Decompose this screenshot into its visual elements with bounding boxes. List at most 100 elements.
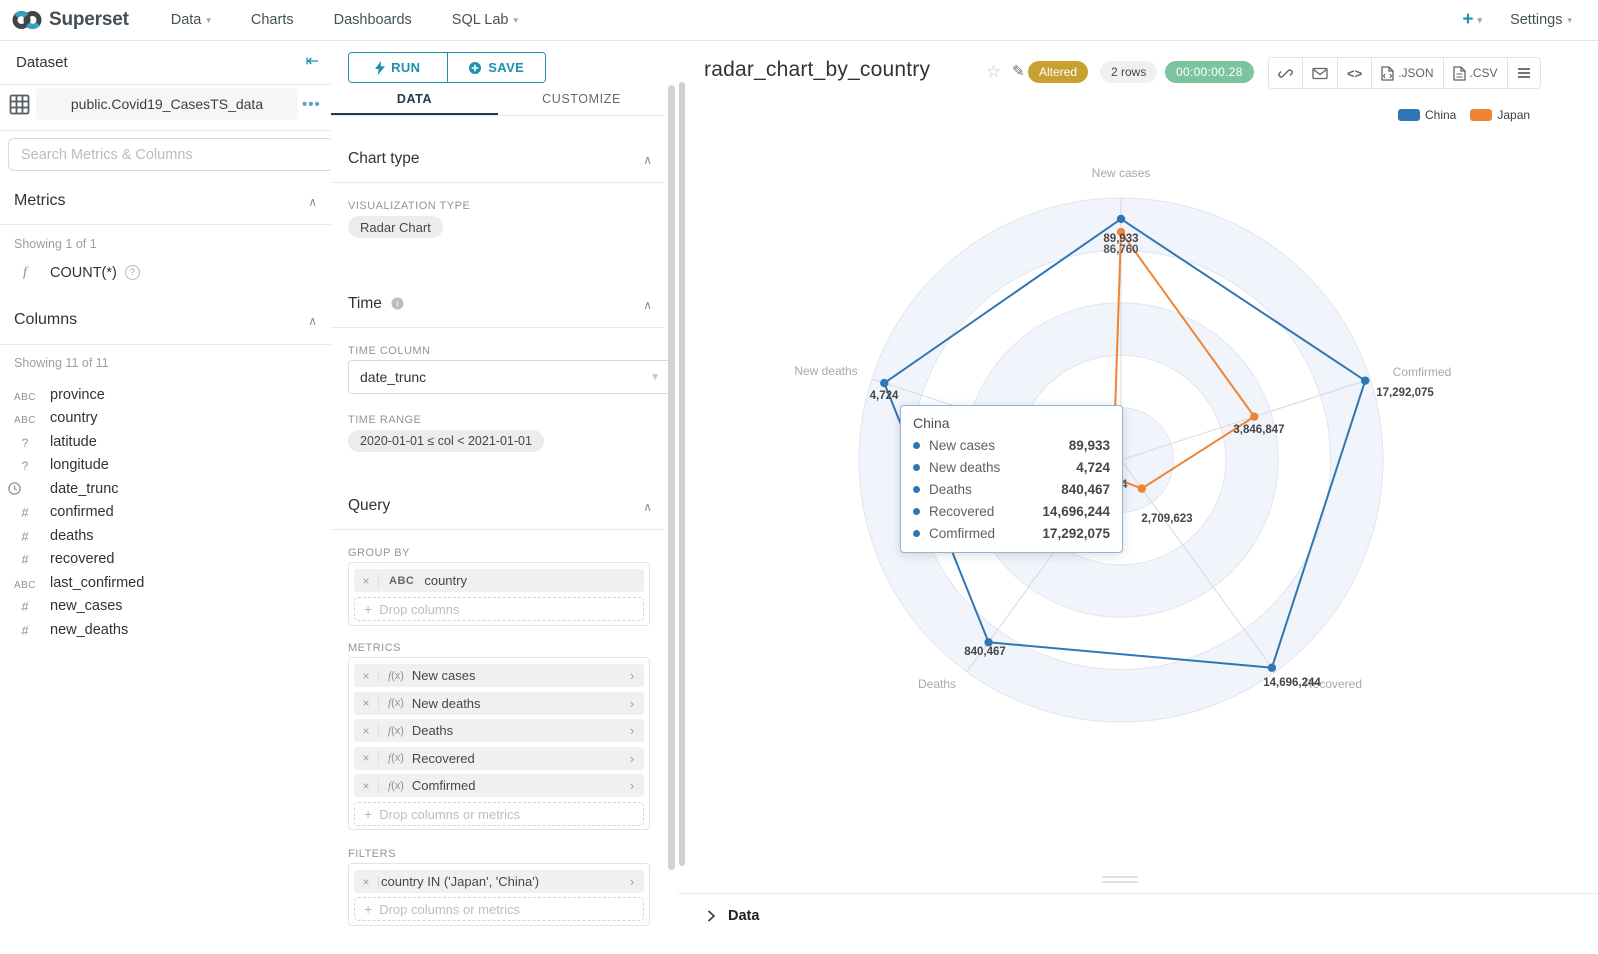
top-navbar: Superset Data▾ Charts Dashboards SQL Lab▾ +… [0,0,1598,41]
metric-item[interactable]: fCOUNT(*)? [8,262,308,283]
column-item-latitude[interactable]: ?latitude [8,431,308,452]
column-item-new_deaths[interactable]: #new_deaths [8,619,308,640]
time-column-label: TIME COLUMN [348,345,431,357]
viz-type-pill[interactable]: Radar Chart [348,216,443,238]
dataset-table-icon [9,94,30,115]
viz-type-label: VISUALIZATION TYPE [348,200,470,212]
columns-section-header[interactable]: Columns [14,311,77,329]
chevron-right-icon [706,910,716,922]
column-item-longitude[interactable]: ?longitude [8,455,308,476]
metrics-section-header[interactable]: Metrics [14,192,66,210]
expand-chip-icon[interactable]: › [620,696,644,711]
nav-item-dashboards[interactable]: Dashboards [334,12,412,28]
dataset-more-icon[interactable]: ••• [302,96,321,113]
expand-chip-icon[interactable]: › [620,668,644,683]
divider [331,327,665,328]
data-footer-label: Data [728,908,759,924]
chevron-up-icon[interactable]: ∧ [308,195,317,209]
info-icon: i [391,297,404,310]
control-panel-scrollbar[interactable] [668,85,675,870]
column-item-province[interactable]: ABCprovince [8,384,308,405]
run-save-group: RUN SAVE [348,52,546,83]
remove-icon[interactable]: × [354,669,379,683]
column-item-confirmed[interactable]: #confirmed [8,502,308,523]
column-item-date_trunc[interactable]: date_trunc [8,478,308,499]
remove-icon[interactable]: × [354,574,379,588]
expand-chip-icon[interactable]: › [620,778,644,793]
metric-chip[interactable]: ×f(x)Comfirmed› [354,774,644,797]
query-section-header[interactable]: Query [348,497,390,515]
divider [0,344,331,345]
time-column-select[interactable]: date_trunc ▼ [348,360,672,394]
run-button[interactable]: RUN [349,53,447,82]
time-range-pill[interactable]: 2020-01-01 ≤ col < 2021-01-01 [348,430,544,452]
metric-chip[interactable]: ×f(x)Deaths› [354,719,644,742]
divider [0,84,331,85]
drop-zone[interactable]: +Drop columns or metrics [354,897,644,921]
column-item-country[interactable]: ABCcountry [8,408,308,429]
circle-plus-icon [468,61,482,75]
nav-item-data[interactable]: Data▾ [171,12,211,28]
filter-chip[interactable]: ×country IN ('Japan', 'China')› [354,870,644,893]
nav-item-charts[interactable]: Charts [251,12,294,28]
expand-chip-icon[interactable]: › [620,723,644,738]
tab-customize[interactable]: CUSTOMIZE [498,86,665,115]
plus-icon: + [364,806,372,822]
expand-chip-icon[interactable]: › [620,751,644,766]
metric-chip[interactable]: ×f(x)Recovered› [354,747,644,770]
plus-icon: + [1462,9,1473,31]
radar-value-label: 840,467 [964,646,1006,658]
remove-icon[interactable]: × [354,875,379,889]
expand-chip-icon[interactable]: › [620,874,644,889]
dataset-name[interactable]: public.Covid19_CasesTS_data [36,88,298,120]
new-item-button[interactable]: + ▾ [1462,9,1482,31]
tab-data[interactable]: DATA [331,86,498,115]
panel-resize-handle[interactable] [1102,876,1138,886]
time-section-header[interactable]: Time i [348,295,404,313]
filters-box: ×country IN ('Japan', 'China')› +Drop col… [348,863,650,926]
series-dot-icon [913,508,920,515]
tooltip-row: Recovered14,696,244 [913,504,1110,519]
chevron-up-icon[interactable]: ∧ [308,314,317,328]
data-results-toggle[interactable]: Data [678,894,1598,924]
chevron-up-icon[interactable]: ∧ [643,500,652,514]
search-input[interactable] [8,138,333,171]
radar-value-label: 2,709,623 [1141,513,1192,525]
chevron-up-icon[interactable]: ∧ [643,298,652,312]
metric-chip[interactable]: ×f(x)New deaths› [354,692,644,715]
radar-value-label: 89,933 [1103,233,1138,245]
settings-menu[interactable]: Settings ▾ [1510,12,1572,28]
column-item-new_cases[interactable]: #new_cases [8,596,308,617]
column-type-icon: ABC [8,575,42,591]
column-item-deaths[interactable]: #deaths [8,525,308,546]
chevron-up-icon[interactable]: ∧ [643,153,652,167]
column-type-icon: # [8,504,42,520]
column-item-recovered[interactable]: #recovered [8,549,308,570]
remove-icon[interactable]: × [354,779,379,793]
chevron-down-icon: ▾ [1478,15,1483,26]
divider [331,182,665,183]
column-item-last_confirmed[interactable]: ABClast_confirmed [8,572,308,593]
drop-zone[interactable]: +Drop columns or metrics [354,802,644,826]
remove-icon[interactable]: × [354,751,379,765]
superset-logo[interactable]: Superset [12,9,129,31]
remove-icon[interactable]: × [354,724,379,738]
tooltip-row: Comfirmed17,292,075 [913,526,1110,541]
chart-type-header[interactable]: Chart type [348,150,420,168]
metric-help-icon[interactable]: ? [125,265,140,280]
dataset-panel-title: Dataset [16,54,68,71]
series-dot-icon [913,442,920,449]
radar-value-label: 3,846,847 [1233,424,1284,436]
chart-panel-scrollbar[interactable] [679,82,685,866]
drop-zone[interactable]: +Drop columns [354,597,644,621]
tooltip-series-name: China [913,415,1110,431]
nav-item-sql-lab[interactable]: SQL Lab▾ [452,12,518,28]
save-button[interactable]: SAVE [448,53,546,82]
metric-chip[interactable]: ×f(x)New cases› [354,664,644,687]
collapse-panel-icon[interactable]: ⇤ [306,51,319,71]
radar-axis-label: New cases [1092,166,1151,180]
remove-icon[interactable]: × [354,696,379,710]
group-by-chip[interactable]: ×ABCcountry [354,569,644,592]
tooltip-row: Deaths840,467 [913,482,1110,497]
chart-panel: radar_chart_by_country ☆ ✎ Altered 2 row… [678,40,1598,954]
